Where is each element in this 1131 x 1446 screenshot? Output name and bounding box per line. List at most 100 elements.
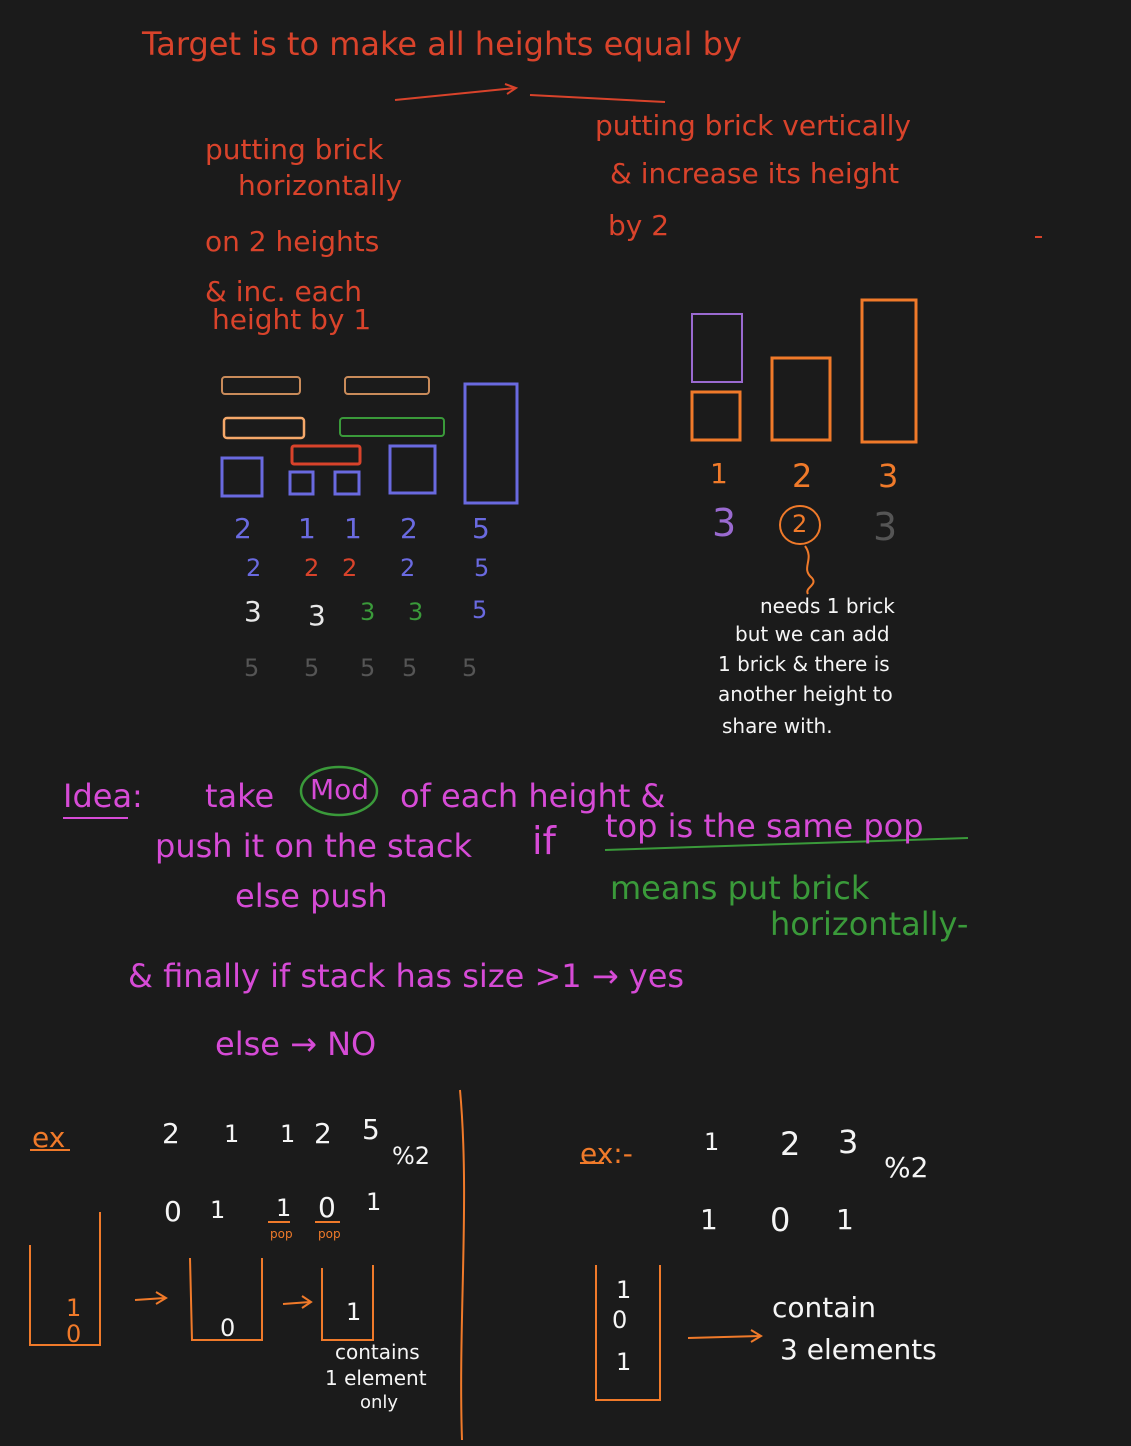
right-second-2: 2	[792, 510, 808, 538]
cell: 3	[308, 599, 326, 632]
ex1-caption-3: only	[360, 1392, 399, 1413]
ex2-val: 2	[780, 1125, 801, 1163]
cell: 2	[400, 512, 418, 545]
right-second-1: 3	[712, 501, 737, 545]
ex1-caption-1: contains	[335, 1340, 420, 1364]
brick-orange	[222, 416, 306, 440]
whiteboard-canvas: Target is to make all heights equal by p…	[0, 0, 1131, 1446]
cell: 5	[462, 654, 478, 682]
ex1-val: 5	[362, 1113, 380, 1146]
column-4	[388, 444, 437, 495]
arrow-2	[282, 1301, 311, 1305]
stack-1	[29, 1212, 101, 1346]
cell: 2	[246, 554, 262, 582]
final-line-2: else → NO	[215, 1025, 377, 1063]
note-line-3: 1 brick & there is	[718, 652, 890, 676]
right-column-3	[860, 298, 918, 444]
pop-label-2: pop	[318, 1227, 341, 1241]
stack4-item: 0	[612, 1306, 628, 1334]
brick-green	[339, 417, 445, 437]
left-method-3: on 2 heights	[205, 225, 380, 258]
ex1-label: ex	[32, 1121, 66, 1154]
brick-ghost-2	[344, 376, 430, 395]
left-method-2: horizontally	[238, 169, 403, 202]
cell: 2	[342, 554, 358, 582]
right-column-2	[770, 356, 832, 442]
stack1-top: 1	[66, 1294, 82, 1322]
idea-text-mod: Mod	[310, 773, 370, 806]
note-line-1: needs 1 brick	[760, 594, 895, 618]
cell: 2	[400, 554, 416, 582]
note-line-4: another height to	[718, 682, 893, 706]
ex2-label: ex:-	[580, 1137, 633, 1170]
right-method-3: by 2	[608, 209, 670, 242]
right-column-1	[690, 390, 742, 442]
idea-text-take: take	[205, 777, 275, 815]
ex2-mod: %2	[884, 1151, 929, 1184]
note-line-5: share with.	[722, 714, 833, 738]
right-second-3: 3	[873, 505, 898, 549]
drawing-layer	[29, 83, 1042, 1441]
right-label-2: 2	[792, 457, 813, 495]
ex1-modval: 1	[210, 1196, 226, 1224]
ex2-val: 1	[704, 1128, 720, 1156]
column-5	[463, 382, 519, 505]
idea-condition: top is the same pop	[605, 807, 924, 845]
green-note-1: means put brick	[610, 869, 870, 907]
right-method-1: putting brick vertically	[595, 109, 911, 142]
note-line-2: but we can add	[735, 622, 890, 646]
ex1-modval: 1	[366, 1188, 382, 1216]
ex1-val: 1	[280, 1120, 296, 1148]
ex1-mod: %2	[392, 1142, 431, 1170]
divider-line	[459, 1089, 466, 1441]
brick-ghost-1	[221, 376, 301, 395]
cell: 2	[304, 554, 320, 582]
cell: 1	[344, 512, 362, 545]
green-note-2: horizontally-	[770, 905, 969, 943]
cell: 5	[244, 654, 260, 682]
cell: 5	[472, 596, 488, 624]
ex2-caption-1: contain	[772, 1291, 876, 1324]
cell: 3	[244, 595, 262, 628]
ex2-val: 3	[838, 1123, 859, 1161]
idea-label: Idea:	[63, 777, 143, 815]
ex1-modval: 0	[318, 1191, 336, 1224]
pop-label-1: pop	[270, 1227, 293, 1241]
ex1-caption-2: 1 element	[325, 1366, 427, 1390]
cell: 2	[234, 512, 252, 545]
left-method-4: & inc. each	[205, 275, 362, 308]
cell: 5	[402, 654, 418, 682]
cell: 5	[304, 654, 320, 682]
cell: 3	[408, 598, 424, 626]
brick-red	[290, 444, 362, 466]
idea-else-push: else push	[235, 877, 388, 915]
idea-push-line: push it on the stack	[155, 827, 472, 865]
column-2	[288, 470, 315, 496]
heading-arrow-right	[529, 94, 666, 103]
cell: 5	[474, 554, 490, 582]
right-label-1: 1	[710, 457, 728, 490]
arrow-3	[687, 1335, 761, 1339]
cell: 5	[360, 654, 376, 682]
left-method-5: height by 1	[212, 303, 372, 336]
left-method-1: putting brick	[205, 133, 384, 166]
stack1-bottom: 0	[66, 1320, 82, 1348]
cell: 1	[298, 512, 316, 545]
ex1-val: 1	[224, 1120, 240, 1148]
ex2-modval: 1	[700, 1203, 718, 1236]
ex1-modval: 0	[164, 1195, 182, 1228]
right-method-2: & increase its height	[610, 157, 900, 190]
ex2-caption-2: 3 elements	[780, 1333, 937, 1366]
column-3	[333, 470, 361, 496]
ex2-modval: 1	[836, 1203, 854, 1236]
vertical-brick-ghost	[691, 313, 743, 383]
stack2-item: 0	[220, 1314, 236, 1342]
arrow-1	[134, 1297, 166, 1301]
right-label-3: 3	[878, 457, 899, 495]
cell: 3	[360, 598, 376, 626]
cell: 5	[472, 512, 490, 545]
final-line-1: & finally if stack has size >1 → yes	[128, 957, 685, 995]
stack4-item: 1	[616, 1276, 632, 1304]
stack3-item: 1	[346, 1298, 362, 1326]
ex1-val: 2	[314, 1117, 332, 1150]
